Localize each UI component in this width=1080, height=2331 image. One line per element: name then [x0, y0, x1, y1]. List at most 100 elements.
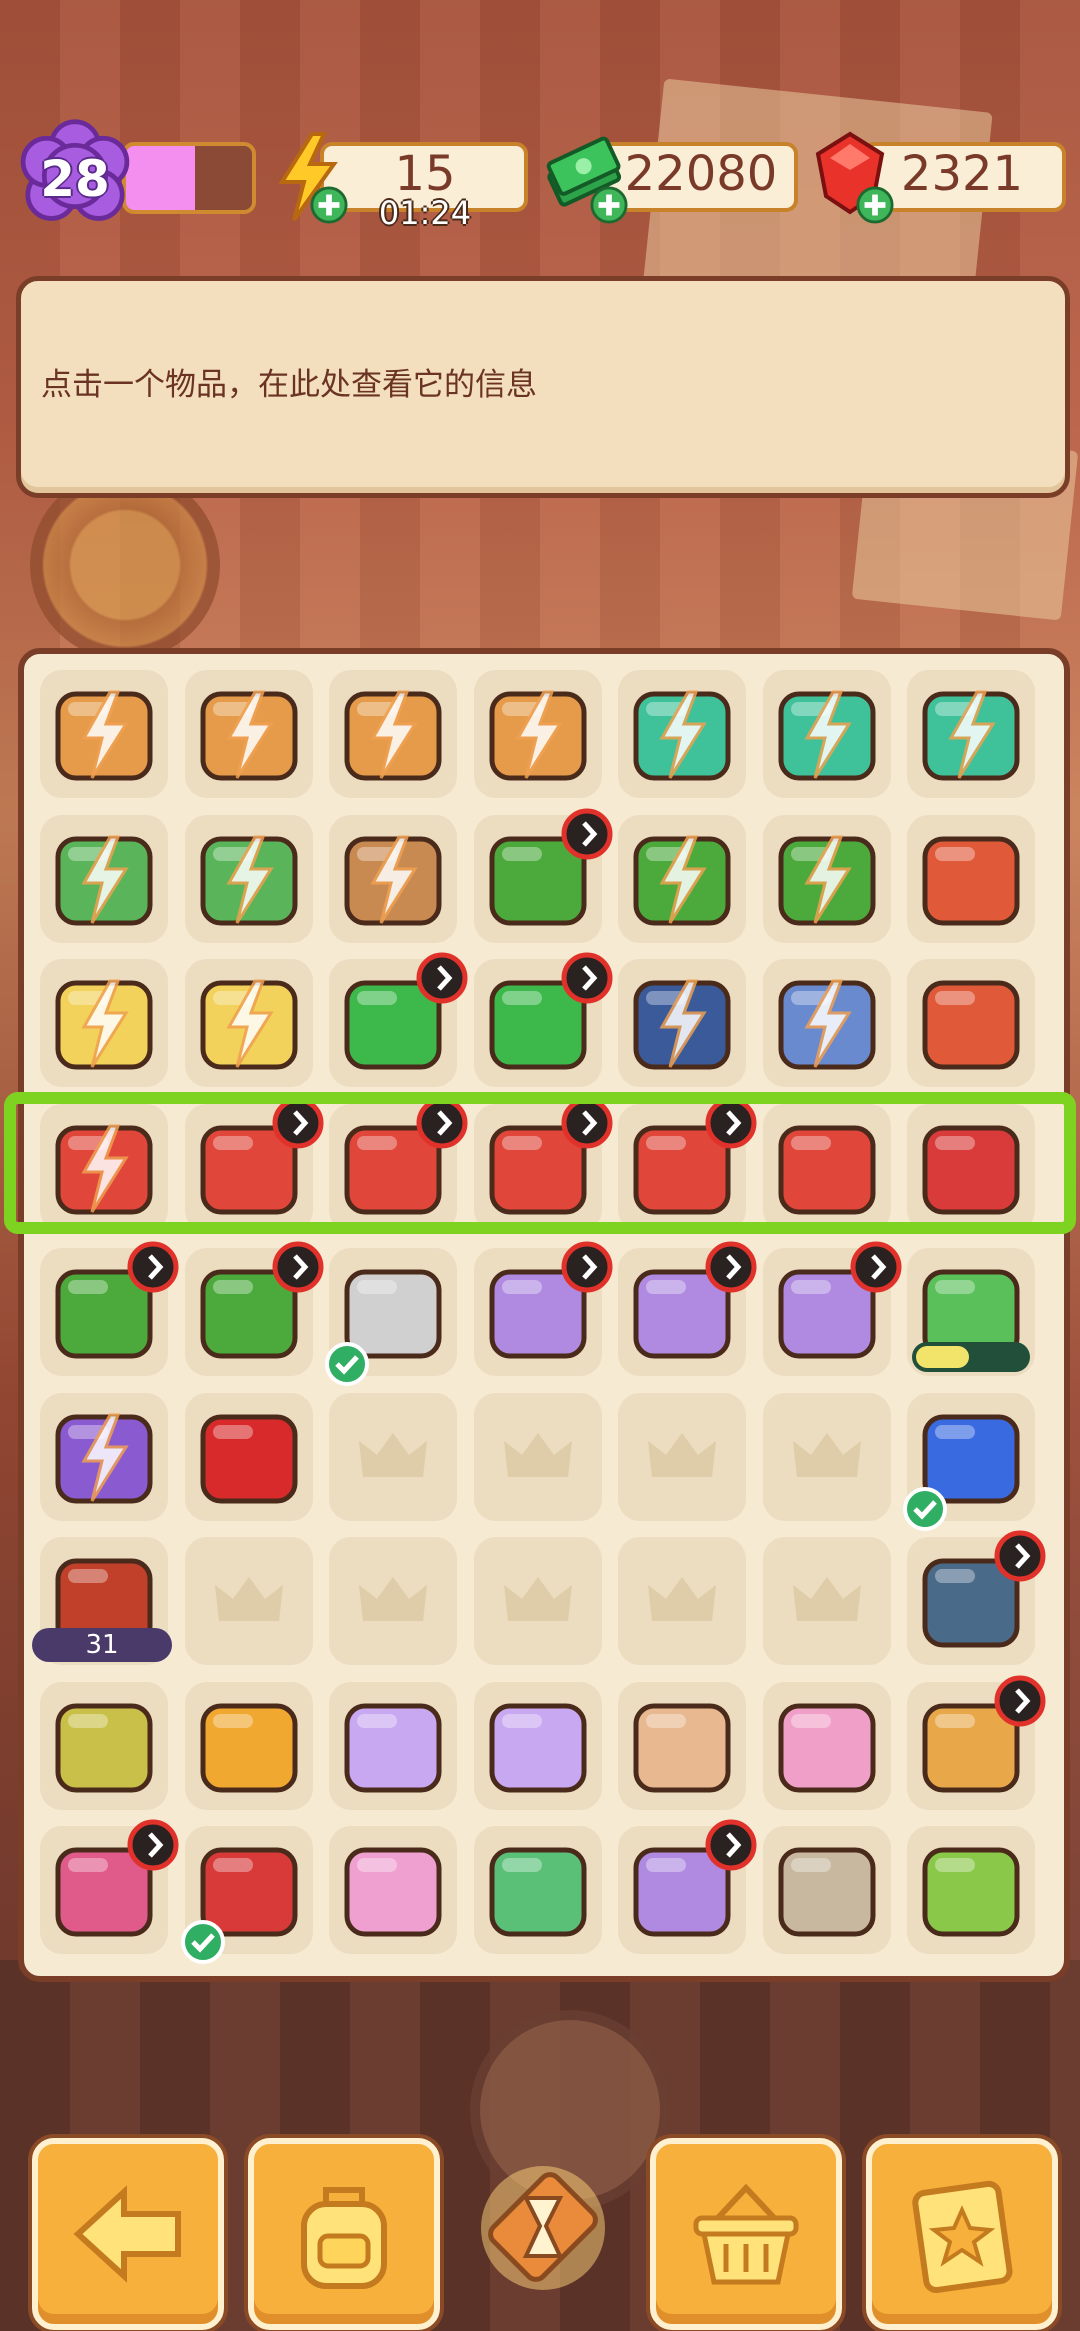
medkit-bolt-item-icon	[633, 690, 731, 781]
board-cell[interactable]	[473, 670, 602, 798]
board-cell[interactable]	[762, 1537, 891, 1665]
cake-item-icon	[778, 1703, 875, 1792]
medkit-bolt-item-icon	[778, 690, 875, 781]
board-cell[interactable]	[907, 959, 1035, 1087]
board-cell[interactable]	[762, 1392, 891, 1521]
bag-item-icon	[778, 1847, 875, 1937]
empty-slot-icon	[503, 1577, 572, 1621]
tree-bolt-item-icon	[633, 835, 731, 925]
board-cell[interactable]	[473, 1681, 602, 1810]
level-progress-fill	[126, 146, 196, 210]
board-cell[interactable]	[329, 1826, 457, 1954]
empty-slot-icon	[214, 1577, 283, 1621]
timer-badge-icon	[416, 952, 468, 1004]
board-cell[interactable]	[618, 1681, 746, 1810]
board-cell[interactable]	[184, 1681, 313, 1810]
timer-badge-icon	[561, 952, 612, 1004]
plant-bolt-item-icon	[200, 979, 297, 1070]
timer-badge-icon	[994, 1530, 1046, 1582]
board-cell[interactable]	[40, 1392, 168, 1521]
item-progress-fill	[916, 1346, 970, 1368]
gems-add-icon[interactable]	[856, 186, 894, 224]
dragon-vase-item-icon	[922, 836, 1020, 925]
hourglass-icon[interactable]	[478, 2148, 608, 2308]
level-progress-bar	[122, 142, 256, 214]
board-cell[interactable]	[40, 670, 168, 798]
broom-bolt-item-icon	[200, 835, 297, 925]
star-clipboard-icon	[912, 2180, 1013, 2294]
board-cell[interactable]	[329, 1392, 457, 1521]
basket-icon	[693, 2183, 799, 2285]
board-cell[interactable]	[762, 670, 891, 798]
board-cell[interactable]	[618, 670, 746, 798]
box-bolt-item-icon	[489, 690, 586, 781]
empty-slot-icon	[648, 1432, 716, 1477]
empty-slot-icon	[503, 1432, 572, 1477]
empty-slot-icon	[792, 1577, 861, 1621]
board-cell[interactable]	[184, 670, 313, 798]
board-cell[interactable]	[907, 670, 1035, 798]
board-cell[interactable]	[473, 1537, 602, 1665]
backpack-icon	[301, 2187, 387, 2289]
tent-bolt-item-icon	[344, 835, 442, 925]
board-cell[interactable]	[473, 1392, 602, 1521]
dragon-vase-item-icon	[922, 980, 1020, 1070]
cash-value: 22080	[624, 146, 778, 202]
board-cell[interactable]	[473, 1826, 602, 1954]
timer-badge-icon	[994, 1675, 1046, 1726]
timer-badge-icon	[850, 1241, 901, 1293]
back-arrow-icon	[73, 2185, 181, 2283]
bottle-item-icon	[633, 1703, 731, 1792]
board-cell[interactable]	[40, 814, 168, 943]
board-cell[interactable]	[184, 814, 313, 943]
pot-item-icon	[55, 1703, 153, 1792]
plant-bolt-item-icon	[55, 979, 153, 1070]
board-cell[interactable]	[184, 1537, 313, 1665]
board-cell[interactable]	[762, 1681, 891, 1810]
merge-board	[18, 648, 1070, 1982]
board-cell[interactable]	[618, 1537, 746, 1665]
level-number: 28	[40, 150, 110, 208]
energy-add-icon[interactable]	[310, 186, 348, 224]
board-cell[interactable]	[184, 1392, 313, 1521]
board-cell[interactable]	[618, 1392, 746, 1521]
gems-value: 2321	[900, 146, 1024, 202]
board-cell[interactable]	[762, 1826, 891, 1954]
moth-item-icon	[344, 1703, 442, 1792]
board-cell[interactable]	[618, 814, 746, 943]
timer-badge-icon	[561, 808, 612, 859]
tree-bolt-item-icon	[778, 835, 875, 925]
back-button[interactable]	[32, 2138, 224, 2330]
highlighted-row-frame	[4, 1092, 1076, 1234]
background-medal	[30, 470, 220, 660]
board-cell[interactable]	[762, 959, 891, 1087]
box-bolt-item-icon	[200, 690, 297, 781]
board-cell[interactable]	[329, 670, 457, 798]
board-cell[interactable]	[329, 1681, 457, 1810]
cash-add-icon[interactable]	[590, 186, 628, 224]
board-cell[interactable]	[40, 1681, 168, 1810]
board-cell[interactable]	[907, 814, 1035, 943]
board-cell[interactable]	[40, 959, 168, 1087]
timer-badge-icon	[127, 1819, 179, 1871]
board-cell[interactable]	[762, 814, 891, 943]
tasks-button[interactable]	[866, 2138, 1058, 2330]
board-cell[interactable]	[184, 959, 313, 1087]
lotion-item-icon	[344, 1847, 442, 1937]
inventory-button[interactable]	[248, 2138, 440, 2330]
empty-slot-icon	[792, 1432, 861, 1477]
timer-badge-icon	[705, 1241, 757, 1293]
timer-badge-icon	[705, 1819, 757, 1871]
empty-slot-icon	[359, 1432, 427, 1477]
board-cell[interactable]	[907, 1826, 1035, 1954]
board-cell[interactable]	[618, 959, 746, 1087]
board-cell[interactable]	[329, 814, 457, 943]
item-progress-bar	[912, 1342, 1030, 1372]
energy-timer: 01:24	[378, 194, 472, 232]
tv-energy-cost-tag: 31	[32, 1628, 172, 1662]
board-cell[interactable]	[329, 1537, 457, 1665]
helmet-item-icon	[489, 1847, 586, 1937]
basket-button[interactable]	[650, 2138, 842, 2330]
timer-badge-icon	[272, 1241, 323, 1293]
moth-purple-item-icon	[489, 1703, 586, 1792]
